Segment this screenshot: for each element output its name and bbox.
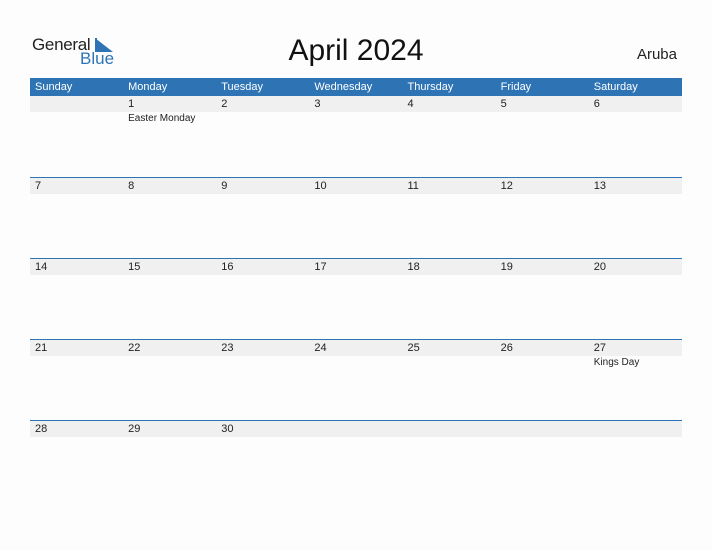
calendar-week: 7 8 9 10 11 12 13 (30, 177, 682, 258)
holiday-label (309, 356, 402, 369)
holiday-label (123, 356, 216, 369)
holiday-label (30, 356, 123, 369)
day-number (30, 96, 123, 112)
holiday-label: Kings Day (593, 357, 640, 368)
calendar-grid: Sunday Monday Tuesday Wednesday Thursday… (30, 78, 682, 501)
day-number: 8 (128, 180, 135, 192)
day-number: 30 (221, 423, 234, 435)
day-number: 1 (128, 98, 135, 110)
holiday-label: Easter Monday (128, 113, 196, 124)
weekday-header: Sunday Monday Tuesday Wednesday Thursday… (30, 78, 682, 96)
day-number (403, 421, 496, 437)
weekday-tuesday: Tuesday (221, 81, 264, 93)
weekday-thursday: Thursday (407, 81, 454, 93)
day-number: 22 (128, 342, 141, 354)
day-number: 13 (593, 180, 606, 192)
holiday-label (216, 356, 309, 369)
day-number: 25 (407, 342, 420, 354)
holiday-label (589, 112, 682, 125)
day-number: 6 (593, 98, 600, 110)
weekday-sunday: Sunday (35, 81, 73, 93)
calendar-week: 28 29 30 (30, 420, 682, 501)
day-number: 29 (128, 423, 141, 435)
day-number: 3 (314, 98, 321, 110)
holiday-label (496, 112, 589, 125)
day-number: 2 (221, 98, 228, 110)
day-number: 16 (221, 261, 234, 273)
day-number: 28 (35, 423, 48, 435)
day-number: 15 (128, 261, 141, 273)
day-number: 12 (500, 180, 513, 192)
calendar-week: 21 22 23 24 25 26 27 Kings Day (30, 339, 682, 420)
week-date-row: 14 15 16 17 18 19 20 (30, 259, 682, 275)
day-number: 5 (500, 98, 507, 110)
weekday-friday: Friday (500, 81, 532, 93)
day-number: 20 (593, 261, 606, 273)
day-number: 18 (407, 261, 420, 273)
holiday-label (496, 356, 589, 369)
day-number: 7 (35, 180, 42, 192)
week-event-row: Easter Monday (30, 112, 682, 125)
day-number: 4 (407, 98, 414, 110)
weekday-saturday: Saturday (593, 81, 638, 93)
day-number: 26 (500, 342, 513, 354)
weekday-monday: Monday (128, 81, 168, 93)
country-label: Aruba (636, 46, 677, 63)
holiday-label (216, 112, 309, 125)
week-date-row: 1 2 3 4 5 6 (30, 96, 682, 112)
week-date-row: 28 29 30 (30, 421, 682, 437)
day-number: 11 (407, 180, 419, 192)
weekday-wednesday: Wednesday (314, 81, 373, 93)
holiday-label (30, 112, 123, 125)
day-number: 10 (314, 180, 327, 192)
week-event-row: Kings Day (30, 356, 682, 369)
day-number: 24 (314, 342, 327, 354)
holiday-label (309, 112, 402, 125)
holiday-label (403, 356, 496, 369)
day-number (496, 421, 589, 437)
day-number: 23 (221, 342, 234, 354)
day-number (309, 421, 402, 437)
week-date-row: 21 22 23 24 25 26 27 (30, 340, 682, 356)
day-number: 21 (35, 342, 48, 354)
day-number: 27 (593, 342, 606, 354)
day-number (589, 421, 682, 437)
week-date-row: 7 8 9 10 11 12 13 (30, 178, 682, 194)
page-title: April 2024 (288, 34, 424, 67)
day-number: 9 (221, 180, 228, 192)
day-number: 19 (500, 261, 513, 273)
day-number: 14 (35, 261, 48, 273)
calendar-week: 14 15 16 17 18 19 20 (30, 258, 682, 339)
calendar-week: 1 2 3 4 5 6 Easter Monday (30, 96, 682, 177)
day-number: 17 (314, 261, 327, 273)
holiday-label (403, 112, 496, 125)
